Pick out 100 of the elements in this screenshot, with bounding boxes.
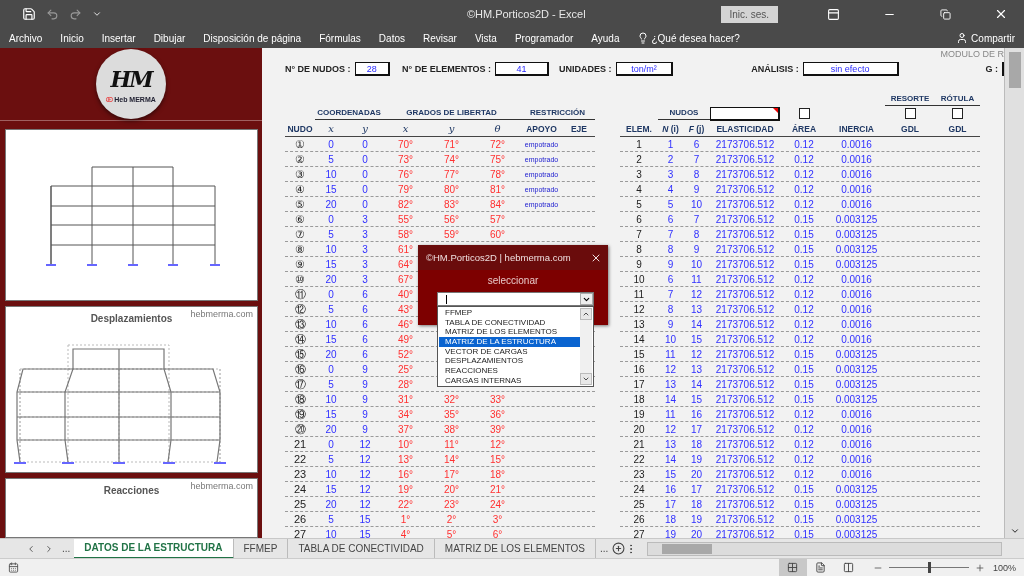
table-cell-text: 1° [399, 513, 412, 525]
table-cell-text: 2173706.512 [714, 303, 776, 315]
table-cell-text: 19 [663, 528, 678, 538]
tell-me-field[interactable]: ¿Qué desea hacer? [651, 32, 740, 44]
normal-view-button[interactable] [778, 558, 807, 576]
sheet-tab[interactable]: DATOS DE LA ESTRUCTURA [74, 538, 234, 559]
table-cell-text: 0.15 [793, 228, 815, 240]
ribbon-display-icon[interactable] [826, 7, 840, 21]
menu-tab[interactable]: Datos [378, 32, 405, 44]
value-field[interactable]: ton/m² [615, 62, 674, 76]
more-sheets-button[interactable]: ... [58, 543, 75, 554]
dropdown-option[interactable]: MATRIZ DE LA ESTRUCTURA [439, 337, 580, 347]
table-cell-text: 0.12 [793, 198, 815, 210]
sign-in-button[interactable]: Inic. ses. [720, 5, 778, 23]
table-cell-text: 19 [689, 453, 704, 465]
table-cell-text: 8 [635, 243, 643, 255]
table-cell-text: 28° [396, 379, 415, 390]
table-cell-text: 2173706.512 [714, 258, 776, 270]
table-cell-text: 7 [666, 288, 675, 300]
table-cell-text: 17 [689, 423, 704, 435]
table-cell-text: 12° [488, 438, 507, 450]
table-cell-text: 19° [396, 483, 415, 495]
save-icon[interactable] [22, 7, 36, 21]
table-cell-text: 0.003125 [834, 513, 879, 525]
table-cell-text: 10 [324, 168, 338, 180]
field-label: UNIDADES : [559, 64, 612, 74]
undo-icon[interactable] [46, 7, 59, 21]
value-field[interactable]: 28 [354, 62, 391, 76]
menu-tab[interactable]: Revisar [422, 32, 457, 44]
scroll-down-button[interactable] [580, 373, 592, 385]
column-header: y [361, 123, 369, 134]
table-cell-text: 0.003125 [834, 363, 879, 375]
table-cell-text: 0.12 [793, 438, 815, 450]
zoom-in-icon[interactable] [974, 562, 985, 573]
menu-tab[interactable]: Fórmulas [319, 32, 361, 44]
table-cell-text: 0.003125 [834, 348, 879, 360]
value-field[interactable]: sin efecto [802, 62, 899, 76]
chart-title: Reacciones [103, 485, 160, 496]
table-cell-text: 7 [692, 153, 701, 165]
restore-icon[interactable] [939, 8, 951, 20]
table-cell-text: 0.0016 [840, 468, 873, 480]
menu-tab[interactable]: Vista [474, 32, 497, 44]
menu-tab[interactable]: Inicio [60, 32, 84, 44]
table-cell-text: 2173706.512 [714, 378, 776, 390]
dropdown-option[interactable]: REACCIONES [439, 366, 580, 376]
table-cell-text: 3 [361, 258, 369, 270]
table-cell-text: 0.15 [793, 528, 815, 538]
dropdown-button[interactable] [580, 293, 593, 305]
dropdown-option[interactable]: MATRIZ DE LOS ELEMENTOS [439, 327, 580, 338]
dropdown-option[interactable]: CARGAS INTERNAS [439, 375, 580, 386]
table-cell-text: 3 [361, 243, 369, 255]
dropdown-option[interactable]: FFMEP [439, 308, 580, 318]
table-cell-text: 0.0016 [840, 318, 873, 330]
table-cell-text: 2173706.512 [714, 228, 776, 240]
combo-box[interactable] [437, 292, 594, 306]
checkbox[interactable] [952, 108, 963, 119]
table-cell-text: 80° [442, 183, 461, 195]
dropdown-option[interactable]: TABLA DE CONECTIVIDAD [439, 317, 580, 328]
dropdown-option[interactable]: DESPLAZAMIENTOS [439, 356, 580, 367]
table-cell-text: 61° [396, 243, 415, 255]
value-field[interactable]: 41 [495, 62, 549, 76]
table-cell-text: 2173706.512 [714, 423, 776, 435]
column-header: INERCIA [838, 123, 875, 134]
table-cell-text: 36° [488, 409, 507, 420]
menu-tab[interactable]: Ayuda [591, 32, 620, 44]
table-cell-text: 12 [632, 303, 646, 315]
table-cell-text: 12 [358, 468, 372, 480]
add-sheet-icon[interactable] [612, 542, 626, 555]
zoom-thumb[interactable] [927, 562, 931, 573]
table-cell-text: 23 [632, 468, 646, 480]
share-button[interactable]: Compartir [956, 32, 1015, 44]
menu-tab[interactable]: Disposición de página [203, 32, 302, 44]
table-cell-text: 20 [689, 468, 704, 480]
menu-tab[interactable]: Insertar [101, 32, 136, 44]
checkbox[interactable] [798, 108, 810, 119]
menu-tab[interactable]: Archivo [9, 32, 43, 44]
table-cell-text: 3 [635, 168, 643, 180]
scroll-down-icon[interactable] [1009, 526, 1020, 536]
scroll-up-button[interactable] [580, 308, 592, 320]
redo-icon[interactable] [69, 7, 82, 21]
checkbox[interactable] [904, 108, 916, 119]
menu-tab[interactable]: Dibujar [153, 32, 186, 44]
table-cell-text: 0.0016 [840, 288, 873, 300]
menu-tab[interactable]: Programador [514, 32, 574, 44]
customize-icon[interactable] [92, 9, 102, 19]
table-cell-text: 0 [361, 168, 369, 180]
lightbulb-icon [637, 32, 650, 44]
table-cell-text: 7 [666, 228, 675, 240]
table-cell-text: 4 [635, 183, 643, 195]
dropdown-option[interactable]: VECTOR DE CARGAS [439, 346, 580, 357]
input-field[interactable] [710, 106, 780, 121]
table-cell-text: 14° [442, 453, 461, 465]
scroll-thumb[interactable] [1008, 52, 1021, 88]
table-cell-text: 0 [327, 364, 335, 375]
close-icon[interactable] [994, 7, 1008, 21]
more-sheets-button[interactable]: ... [596, 543, 613, 554]
scroll-thumb[interactable] [662, 543, 713, 554]
columns-icon [843, 562, 855, 573]
table-cell-text: 40° [396, 289, 415, 300]
table-cell-text: 2 [666, 153, 675, 165]
